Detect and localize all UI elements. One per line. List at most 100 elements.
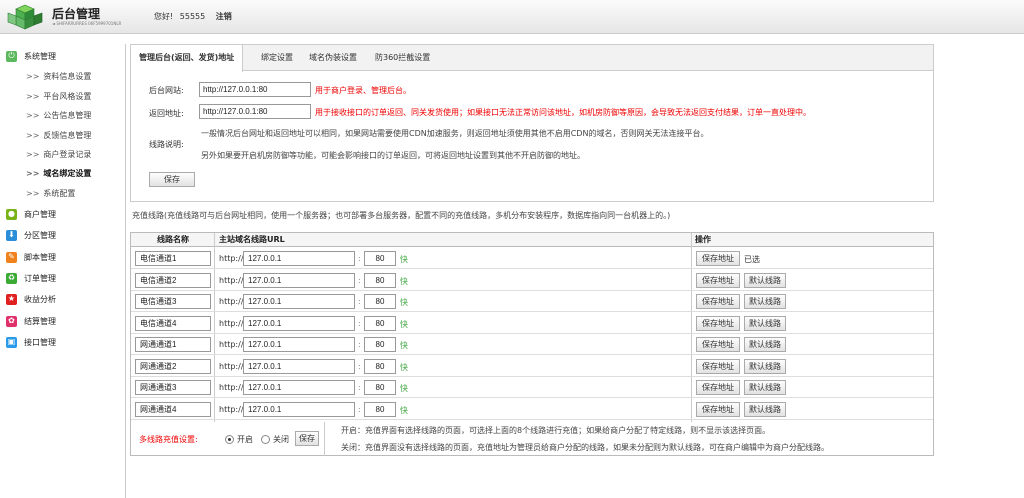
default-line-button[interactable]: 默认线路 <box>744 380 786 395</box>
settings-panel: 管理后台(返回、发货)地址 绑定设置 域名伪装设置 防360拦截设置 后台网站:… <box>130 44 934 202</box>
sidebar-item-login-records[interactable]: >> 商户登录记录 <box>26 147 91 161</box>
nav-group-system[interactable]: ⏻ 系统管理 <box>6 48 56 64</box>
host-input[interactable] <box>243 358 355 374</box>
host-input[interactable] <box>243 272 355 288</box>
welcome-prefix: 您好! <box>154 12 174 21</box>
default-line-button[interactable]: 默认线路 <box>744 294 786 309</box>
logout-link[interactable]: 注销 <box>216 12 232 21</box>
power-icon: ⏻ <box>6 50 17 62</box>
nav-group-revenue[interactable]: ★ 收益分析 <box>6 291 56 307</box>
host-input[interactable] <box>243 380 355 395</box>
th-url: 主站域名线路URL <box>219 235 285 244</box>
port-input[interactable] <box>364 401 396 417</box>
nav-group-merchants[interactable]: ● 商户管理 <box>6 206 56 222</box>
nav-group-scripts[interactable]: ✎ 脚本管理 <box>6 249 56 265</box>
table-row: http://:快保存地址默认线路 <box>131 334 933 355</box>
th-action: 操作 <box>695 235 711 244</box>
port-input[interactable] <box>364 315 396 331</box>
line-name-input[interactable] <box>135 337 211 352</box>
port-input[interactable] <box>364 272 396 288</box>
sidebar-item-profile-settings[interactable]: >> 资料信息设置 <box>26 69 91 83</box>
brand-subtitle: ◄ SHIFARRURRES 06F5999701NLR <box>52 21 122 26</box>
username: 55555 <box>179 12 206 21</box>
return-hint: 用于接收接口的订单返回、同关发货使用；如果接口无法正常访问该地址，如机房防御等原… <box>315 108 811 117</box>
multi-line-label: 多线路充值设置: <box>139 435 198 444</box>
multi-line-settings: 多线路充值设置: 开启 关闭 保存 开启：充值界面有选择线路的页面，可选择上面的… <box>131 422 933 456</box>
port-input[interactable] <box>364 380 396 395</box>
speed-indicator: 快 <box>400 362 408 372</box>
multi-save-button[interactable]: 保存 <box>295 431 319 446</box>
tab-backend-address[interactable]: 管理后台(返回、发货)地址 <box>131 45 244 72</box>
nav-group-zones[interactable]: ⬇ 分区管理 <box>6 227 56 243</box>
save-address-button[interactable]: 保存地址 <box>696 294 740 309</box>
line-name-input[interactable] <box>135 272 211 288</box>
save-address-button[interactable]: 保存地址 <box>696 401 740 417</box>
save-address-button[interactable]: 保存地址 <box>696 315 740 331</box>
port-input[interactable] <box>364 251 396 266</box>
line-name-input[interactable] <box>135 401 211 417</box>
tab-binding-settings[interactable]: 绑定设置 <box>253 45 301 71</box>
tab-domain-disguise[interactable]: 域名伪装设置 <box>301 45 365 71</box>
default-line-button[interactable]: 默认线路 <box>744 315 786 331</box>
nav-group-orders[interactable]: ♻ 订单管理 <box>6 270 56 286</box>
default-line-button[interactable]: 默认线路 <box>744 272 786 288</box>
backend-hint: 用于商户登录、管理后台。 <box>315 86 411 95</box>
radio-on-dot <box>225 435 234 444</box>
host-input[interactable] <box>243 315 355 331</box>
default-line-button[interactable]: 默认线路 <box>744 358 786 374</box>
sidebar-item-feedback[interactable]: >> 反馈信息管理 <box>26 128 91 142</box>
host-input[interactable] <box>243 337 355 352</box>
sidebar-item-style-settings[interactable]: >> 平台风格设置 <box>26 89 91 103</box>
line-name-input[interactable] <box>135 358 211 374</box>
host-input[interactable] <box>243 401 355 417</box>
radio-on[interactable]: 开启 <box>225 434 253 445</box>
host-input[interactable] <box>243 294 355 309</box>
radio-off[interactable]: 关闭 <box>261 434 289 445</box>
desc-line-1: 一般情况后台网址和返回地址可以相同，如果网站需要使用CDN加速服务，则返回地址须… <box>201 129 709 138</box>
tab-anti-360[interactable]: 防360拦截设置 <box>367 45 438 71</box>
default-line-button[interactable]: 默认线路 <box>744 401 786 417</box>
table-row: http://:快保存地址已选 <box>131 248 933 269</box>
line-name-input[interactable] <box>135 315 211 331</box>
save-address-button[interactable]: 保存地址 <box>696 337 740 352</box>
th-line-name: 线路名称 <box>157 235 189 244</box>
protocol-label: http:// <box>219 361 244 371</box>
star-icon: ★ <box>6 293 17 305</box>
sidebar-item-system-config[interactable]: >> 系统配置 <box>26 186 75 200</box>
default-line-button[interactable]: 默认线路 <box>744 337 786 352</box>
save-address-button[interactable]: 保存地址 <box>696 272 740 288</box>
table-header: 线路名称 主站域名线路URL 操作 <box>131 233 933 247</box>
nav-group-label: 系统管理 <box>24 51 56 61</box>
return-url-input[interactable] <box>199 104 311 119</box>
table-row: http://:快保存地址默认线路 <box>131 313 933 334</box>
monitor-icon: ▣ <box>6 336 17 348</box>
nav-group-settlement[interactable]: ✿ 结算管理 <box>6 313 56 329</box>
radio-off-dot <box>261 435 270 444</box>
port-input[interactable] <box>364 358 396 374</box>
welcome-text: 您好! 55555 注销 <box>154 11 236 22</box>
selected-status: 已选 <box>744 255 760 264</box>
save-address-button[interactable]: 保存地址 <box>696 358 740 374</box>
line-name-input[interactable] <box>135 294 211 309</box>
save-address-button[interactable]: 保存地址 <box>696 380 740 395</box>
table-row: http://:快保存地址默认线路 <box>131 356 933 377</box>
host-input[interactable] <box>243 251 355 266</box>
nav-group-api[interactable]: ▣ 接口管理 <box>6 334 56 350</box>
line-name-input[interactable] <box>135 251 211 266</box>
sidebar-item-announcements[interactable]: >> 公告信息管理 <box>26 108 91 122</box>
sidebar-item-domain-binding[interactable]: >> 域名绑定设置 <box>26 166 91 180</box>
speed-indicator: 快 <box>400 405 408 415</box>
recycle-icon: ♻ <box>6 272 17 284</box>
backend-url-input[interactable] <box>199 82 311 97</box>
port-input[interactable] <box>364 294 396 309</box>
user-icon: ● <box>6 208 17 220</box>
table-row: http://:快保存地址默认线路 <box>131 291 933 312</box>
multi-on-description: 开启：充值界面有选择线路的页面，可选择上面的8个线路进行充值；如果给商户分配了特… <box>341 426 771 435</box>
line-name-input[interactable] <box>135 380 211 395</box>
save-button[interactable]: 保存 <box>149 172 195 187</box>
port-input[interactable] <box>364 337 396 352</box>
recharge-note: 充值线路(充值线路可与后台网址相同，使用一个服务器；也可部署多台服务器，配置不同… <box>132 211 671 220</box>
save-address-button[interactable]: 保存地址 <box>696 251 740 266</box>
speed-indicator: 快 <box>400 319 408 329</box>
protocol-label: http:// <box>219 254 244 263</box>
